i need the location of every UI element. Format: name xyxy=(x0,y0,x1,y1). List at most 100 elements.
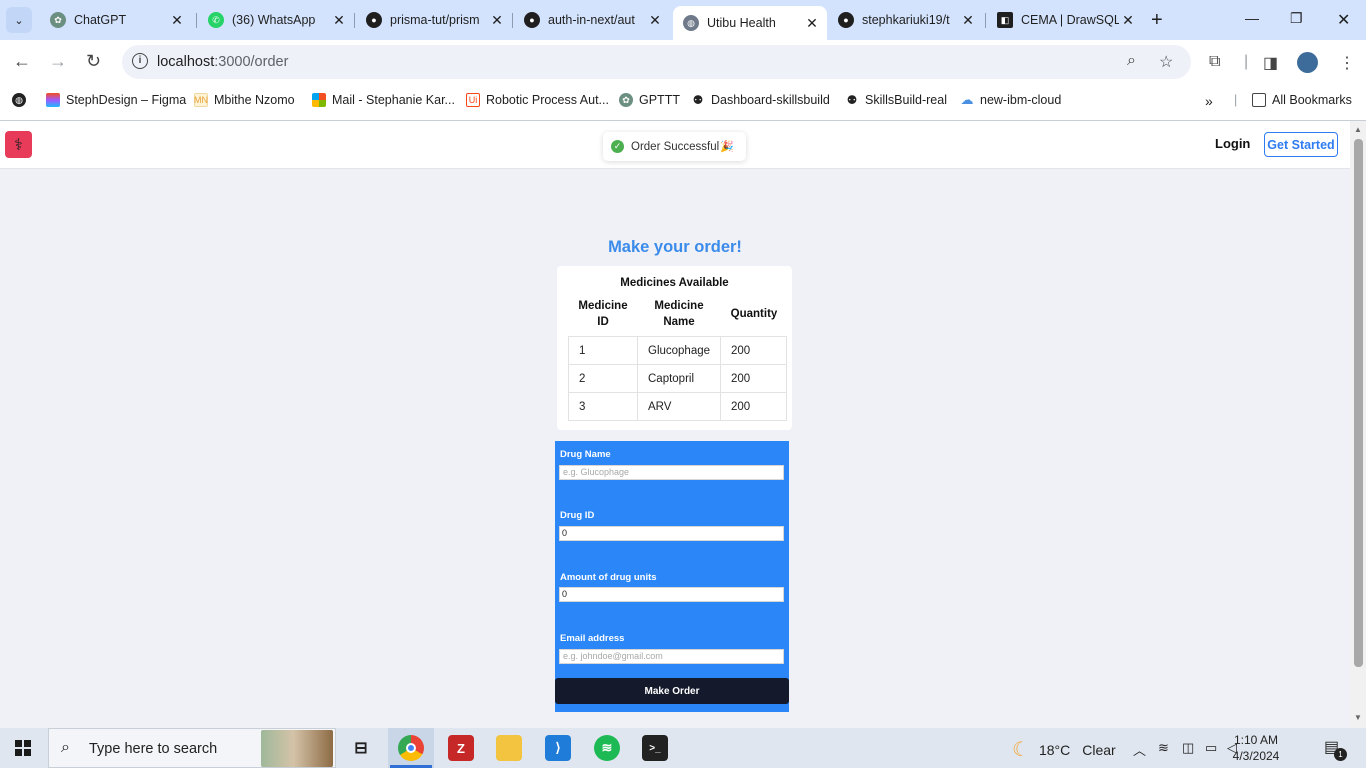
close-tab-icon[interactable]: ✕ xyxy=(488,12,506,29)
windows-taskbar: ⌕ Type here to search ⊟ Z ⟩ ≋ >_ ☾ 18°C … xyxy=(0,728,1366,768)
order-form: Drug Name e.g. Glucophage Drug ID 0 Amou… xyxy=(555,441,789,712)
party-popper-icon: 🎉 xyxy=(720,141,734,153)
header-medicine-id: Medicine ID xyxy=(578,300,628,328)
mn-icon: MN xyxy=(194,93,208,107)
drawsql-icon: ◧ xyxy=(997,12,1013,28)
spotify-icon[interactable]: ≋ xyxy=(594,735,620,761)
tab-utibu-health[interactable]: ◍ Utibu Health ✕ xyxy=(673,6,827,40)
amount-input[interactable]: 0 xyxy=(559,587,784,602)
cloud-icon: ☁ xyxy=(960,92,974,107)
github-icon: ● xyxy=(838,12,854,28)
tab-separator xyxy=(985,13,986,28)
reload-icon[interactable]: ↻ xyxy=(86,51,101,72)
window-close-icon[interactable]: ✕ xyxy=(1337,10,1350,30)
search-icon: ⌕ xyxy=(61,739,70,756)
utibu-logo-icon[interactable]: ⚕ xyxy=(5,131,32,158)
close-tab-icon[interactable]: ✕ xyxy=(803,15,821,32)
apps-icon[interactable]: ◍ xyxy=(12,93,32,107)
medicines-caption: Medicines Available xyxy=(620,277,729,289)
chrome-icon[interactable] xyxy=(398,735,424,761)
battery-icon[interactable]: ▭ xyxy=(1205,740,1217,756)
uipath-icon: Ui xyxy=(466,93,480,107)
bookmark-rpa[interactable]: Ui Robotic Process Aut... xyxy=(466,93,609,107)
drug-id-input[interactable]: 0 xyxy=(559,526,784,541)
new-tab-button[interactable]: + xyxy=(1151,9,1163,32)
back-icon[interactable]: ← xyxy=(13,51,31,72)
tab-search-button[interactable]: ⌄ xyxy=(6,7,32,33)
profile-avatar[interactable] xyxy=(1297,52,1318,73)
globe-icon: ◍ xyxy=(683,15,699,31)
file-explorer-icon[interactable] xyxy=(496,735,522,761)
make-order-button[interactable]: Make Order xyxy=(555,678,789,704)
meet-now-icon[interactable]: ◫ xyxy=(1182,740,1194,756)
bookmark-mbithe[interactable]: MN Mbithe Nzomo xyxy=(194,93,295,107)
close-tab-icon[interactable]: ✕ xyxy=(168,12,186,29)
chevron-up-icon[interactable]: ︿ xyxy=(1133,740,1146,759)
notification-count-badge: 1 xyxy=(1334,748,1347,761)
cell-medicine-name: Glucophage xyxy=(637,336,721,365)
tab-auth-in-next[interactable]: ● auth-in-next/aut ✕ xyxy=(514,6,670,34)
bookmarks-bar: ◍ StephDesign – Figma MN Mbithe Nzomo Mai… xyxy=(0,85,1366,121)
figma-icon xyxy=(46,93,60,107)
drug-id-label: Drug ID xyxy=(560,510,595,521)
side-panel-icon[interactable]: ◨ xyxy=(1263,53,1278,73)
chatgpt-icon: ✿ xyxy=(619,93,633,107)
close-tab-icon[interactable]: ✕ xyxy=(330,12,348,29)
tab-drawsql[interactable]: ◧ CEMA | DrawSQL ✕ xyxy=(987,6,1143,34)
bookmark-dashboard-skillsbuild[interactable]: ⚉ Dashboard-skillsbuild xyxy=(691,93,830,107)
address-bar[interactable]: i localhost:3000/order ⌕ ☆ xyxy=(122,45,1191,79)
scroll-down-icon[interactable]: ▼ xyxy=(1354,713,1362,722)
get-started-button[interactable]: Get Started xyxy=(1264,132,1338,157)
windows-start-icon[interactable] xyxy=(15,740,31,756)
close-tab-icon[interactable]: ✕ xyxy=(959,12,977,29)
weather-widget[interactable]: ☾ 18°C Clear xyxy=(1012,737,1116,762)
bookmark-figma[interactable]: StephDesign – Figma xyxy=(46,93,186,107)
more-bookmarks-icon[interactable]: » xyxy=(1205,93,1213,109)
browser-toolbar: ← → ↻ i localhost:3000/order ⌕ ☆ ⧉ | ◨ ⋮ xyxy=(0,40,1366,85)
zoom-icon[interactable]: ⌕ xyxy=(1127,52,1136,70)
github-icon: ● xyxy=(366,12,382,28)
extensions-icon[interactable]: ⧉ xyxy=(1209,53,1220,71)
url-text[interactable]: localhost:3000/order xyxy=(157,54,288,70)
bookmark-new-ibm-cloud[interactable]: ☁ new-ibm-cloud xyxy=(960,92,1062,107)
scroll-thumb[interactable] xyxy=(1354,139,1363,667)
bookmark-skillsbuild-real[interactable]: ⚉ SkillsBuild-real xyxy=(845,93,947,107)
wifi-icon[interactable]: ≋ xyxy=(1158,740,1169,756)
menu-icon[interactable]: ⋮ xyxy=(1339,53,1355,73)
tab-stephkariuki[interactable]: ● stephkariuki19/t ✕ xyxy=(828,6,983,34)
page-scrollbar[interactable]: ▲ ▼ xyxy=(1350,121,1366,728)
login-link[interactable]: Login xyxy=(1215,136,1250,151)
drug-name-input[interactable]: e.g. Glucophage xyxy=(559,465,784,480)
minimize-icon[interactable]: — xyxy=(1245,10,1259,26)
task-view-icon[interactable]: ⊟ xyxy=(348,735,374,761)
bookmark-star-icon[interactable]: ☆ xyxy=(1159,52,1173,72)
site-info-icon[interactable]: i xyxy=(132,53,148,69)
tab-chatgpt[interactable]: ✿ ChatGPT ✕ xyxy=(40,6,192,34)
close-tab-icon[interactable]: ✕ xyxy=(1119,12,1137,29)
tab-prisma-tut[interactable]: ● prisma-tut/prism ✕ xyxy=(356,6,512,34)
cell-medicine-id: 1 xyxy=(568,336,638,365)
toolbar-divider: | xyxy=(1244,53,1249,70)
bookmark-gpttt[interactable]: ✿ GPTTT xyxy=(619,93,680,107)
email-input[interactable]: e.g. johndoe@gmail.com xyxy=(559,649,784,664)
system-clock[interactable]: 1:10 AM 4/3/2024 xyxy=(1225,732,1287,764)
chatgpt-icon: ✿ xyxy=(50,12,66,28)
cell-quantity: 200 xyxy=(720,364,787,393)
toast-message: Order Successful xyxy=(631,140,720,153)
terminal-icon[interactable]: >_ xyxy=(642,735,668,761)
tab-whatsapp[interactable]: ✆ (36) WhatsApp ✕ xyxy=(198,6,354,34)
scroll-up-icon[interactable]: ▲ xyxy=(1354,125,1362,134)
forward-icon[interactable]: → xyxy=(49,51,67,72)
browser-tab-bar: ⌄ ✿ ChatGPT ✕ ✆ (36) WhatsApp ✕ ● prisma… xyxy=(0,0,1366,40)
vscode-icon[interactable]: ⟩ xyxy=(545,735,571,761)
bookmark-mail[interactable]: Mail - Stephanie Kar... xyxy=(312,93,455,107)
success-toast: ✓ Order Successful 🎉 xyxy=(603,132,746,161)
table-row: 3 ARV 200 xyxy=(568,392,787,421)
all-bookmarks-folder[interactable]: All Bookmarks xyxy=(1252,93,1352,107)
restore-icon[interactable]: ❐ xyxy=(1290,10,1303,27)
zotero-icon[interactable]: Z xyxy=(448,735,474,761)
close-tab-icon[interactable]: ✕ xyxy=(646,12,664,29)
globe-icon: ◍ xyxy=(12,93,26,107)
taskbar-search[interactable]: ⌕ Type here to search xyxy=(48,728,336,768)
drug-name-label: Drug Name xyxy=(560,449,611,460)
